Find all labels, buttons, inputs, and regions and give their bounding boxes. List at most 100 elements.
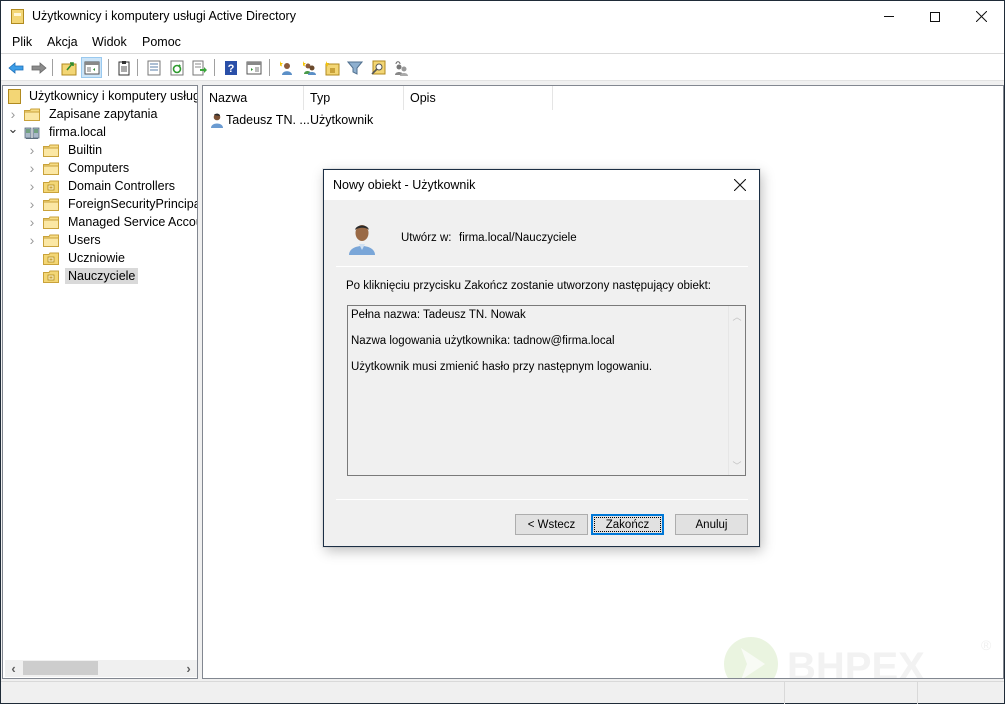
bhpex-logo-icon xyxy=(724,637,778,678)
focus-rect xyxy=(594,517,661,532)
back-button[interactable] xyxy=(5,57,26,78)
bhpex-chevron-icon xyxy=(741,648,765,678)
chevron-right-icon[interactable]: › xyxy=(27,160,37,176)
menu-help[interactable]: Pomoc xyxy=(142,35,181,49)
svg-text:?: ? xyxy=(227,63,234,75)
status-cell xyxy=(784,682,917,704)
clipboard-icon xyxy=(118,60,129,75)
add-to-group-button[interactable] xyxy=(390,57,411,78)
cancel-button[interactable]: Anuluj xyxy=(675,514,748,535)
help-icon: ? xyxy=(224,60,237,75)
toolbar-separator xyxy=(52,59,53,76)
column-header-description[interactable]: Opis xyxy=(404,86,553,110)
console-tree: Użytkownicy i komputery usługi Active Di… xyxy=(2,85,198,679)
column-header-name[interactable]: Nazwa xyxy=(203,86,304,110)
up-folder-icon xyxy=(61,61,76,75)
tree-item-label: ForeignSecurityPrincipals xyxy=(68,197,198,211)
summary-logon-name: Nazwa logowania użytkownika: tadnow@firm… xyxy=(351,335,615,347)
tree-horizontal-scrollbar[interactable]: ‹ › xyxy=(5,660,197,677)
chevron-right-icon[interactable]: › xyxy=(27,178,37,194)
refresh-icon xyxy=(170,60,183,75)
tree-root[interactable]: Użytkownicy i komputery usługi Active Di… xyxy=(8,87,197,105)
snapin-icon xyxy=(8,88,21,104)
summary-textbox[interactable]: Pełna nazwa: Tadeusz TN. Nowak Nazwa log… xyxy=(347,305,746,476)
forward-button[interactable] xyxy=(28,57,49,78)
find-icon xyxy=(370,60,385,75)
user-avatar-icon xyxy=(349,225,375,255)
menu-bar: Plik Akcja Widok Pomoc xyxy=(1,32,1004,54)
tree-item-firma-local[interactable]: ⌄ firma.local xyxy=(8,121,109,141)
close-icon xyxy=(734,179,746,191)
filter-button[interactable] xyxy=(344,57,365,78)
title-bar: Użytkownicy i komputery usługi Active Di… xyxy=(1,1,1004,32)
refresh-button[interactable] xyxy=(166,57,187,78)
up-one-level-button[interactable] xyxy=(58,57,79,78)
toolbar-separator xyxy=(269,59,270,76)
menu-file[interactable]: Plik xyxy=(12,35,32,49)
new-ou-button[interactable] xyxy=(321,57,342,78)
new-user-button[interactable] xyxy=(275,57,296,78)
tree-item-foreignsecurityprincipals[interactable]: › ForeignSecurityPrincipals xyxy=(27,195,198,213)
menu-view[interactable]: Widok xyxy=(92,35,127,49)
minimize-button[interactable] xyxy=(866,1,912,32)
tree-item-uczniowie[interactable]: Uczniowie xyxy=(27,249,128,267)
show-action-pane-icon xyxy=(246,61,261,74)
back-button[interactable]: < Wstecz xyxy=(515,514,588,535)
tree-item-managed-service-accounts[interactable]: › Managed Service Accounts xyxy=(27,213,197,231)
chevron-down-icon[interactable]: ⌄ xyxy=(8,121,19,136)
show-hide-console-tree-button[interactable] xyxy=(81,57,102,78)
dialog-separator xyxy=(336,499,748,500)
tree-item-label: Zapisane zapytania xyxy=(49,107,158,121)
scroll-right-icon[interactable]: › xyxy=(180,660,197,677)
tree-item-zapisane-zapytania[interactable]: › Zapisane zapytania xyxy=(8,105,160,123)
watermark-registered: ® xyxy=(981,637,992,653)
tree-item-label: Nauczyciele xyxy=(65,268,139,284)
new-group-button[interactable] xyxy=(298,57,319,78)
finish-button[interactable]: Zakończ xyxy=(591,514,664,535)
properties-button[interactable] xyxy=(143,57,164,78)
scroll-up-icon[interactable]: ︿ xyxy=(729,308,745,324)
tree-item-users[interactable]: › Users xyxy=(27,231,104,249)
scroll-left-icon[interactable]: ‹ xyxy=(5,660,22,677)
back-arrow-icon xyxy=(7,61,23,74)
scroll-thumb[interactable] xyxy=(23,661,98,675)
folder-icon xyxy=(43,198,59,211)
help-button[interactable]: ? xyxy=(220,57,241,78)
column-header-type[interactable]: Typ xyxy=(304,86,404,110)
chevron-right-icon[interactable]: › xyxy=(27,142,37,158)
close-button[interactable] xyxy=(958,1,1004,32)
find-button[interactable] xyxy=(367,57,388,78)
tree-item-label: Uczniowie xyxy=(68,251,125,265)
chevron-right-icon[interactable]: › xyxy=(8,106,18,122)
folder-icon xyxy=(43,216,59,229)
chevron-right-icon[interactable]: › xyxy=(27,196,37,212)
tree-item-computers[interactable]: › Computers xyxy=(27,159,132,177)
summary-full-name: Pełna nazwa: Tadeusz TN. Nowak xyxy=(351,309,526,321)
summary-vertical-scrollbar[interactable]: ︿ ﹀ xyxy=(728,306,745,475)
tree-item-nauczyciele[interactable]: Nauczyciele xyxy=(27,267,139,285)
chevron-right-icon[interactable]: › xyxy=(27,214,37,230)
tree-item-label: Domain Controllers xyxy=(68,179,175,193)
organizational-unit-icon xyxy=(43,252,59,265)
tree-item-label: Builtin xyxy=(68,143,103,157)
menu-action[interactable]: Akcja xyxy=(47,35,78,49)
dialog-close-button[interactable] xyxy=(725,173,755,197)
maximize-button[interactable] xyxy=(912,1,958,32)
organizational-unit-icon xyxy=(43,180,59,193)
status-cell xyxy=(917,682,1004,704)
toolbar: ? xyxy=(1,54,1004,81)
scroll-down-icon[interactable]: ﹀ xyxy=(729,457,745,473)
export-list-button[interactable] xyxy=(189,57,210,78)
chevron-right-icon[interactable]: › xyxy=(27,232,37,248)
tree-item-domain-controllers[interactable]: › Domain Controllers xyxy=(27,177,178,195)
show-action-pane-button[interactable] xyxy=(243,57,264,78)
forward-arrow-icon xyxy=(31,61,47,74)
tree-item-builtin[interactable]: › Builtin xyxy=(27,141,105,159)
tree-item-label: Managed Service Accounts xyxy=(68,215,197,229)
summary-intro: Po kliknięciu przycisku Zakończ zostanie… xyxy=(346,280,711,292)
export-list-icon xyxy=(192,60,207,75)
tree-item-label: Users xyxy=(68,233,101,247)
folder-icon xyxy=(43,234,59,247)
clipboard-button[interactable] xyxy=(113,57,134,78)
